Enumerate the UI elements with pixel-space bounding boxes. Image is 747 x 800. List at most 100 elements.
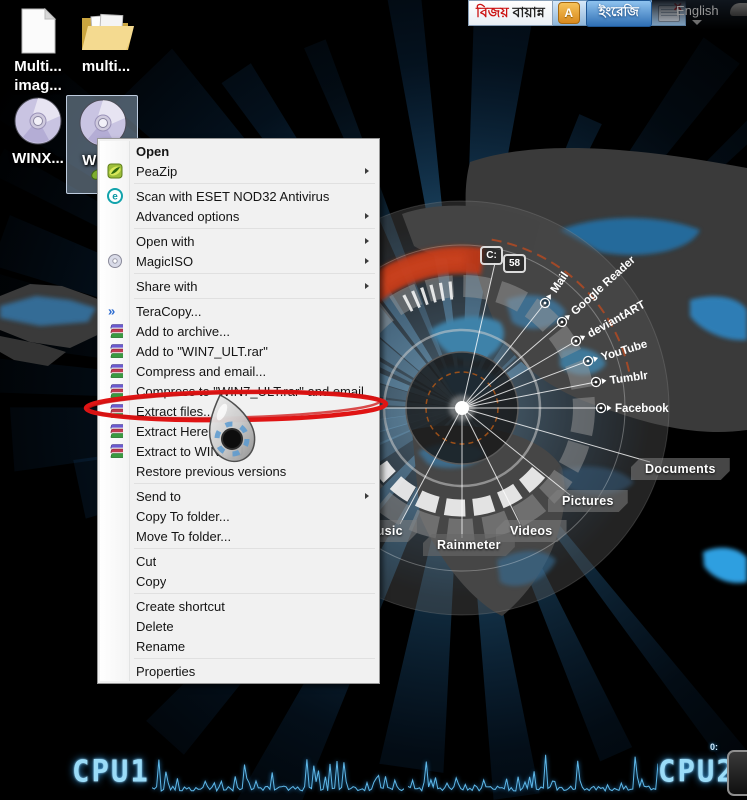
menu-item-scan-eset[interactable]: e Scan with ESET NOD32 Antivirus — [100, 186, 377, 206]
menu-icon-empty — [107, 278, 123, 294]
submenu-arrow-icon — [365, 213, 369, 219]
menu-icon-empty — [107, 573, 123, 589]
menu-item-label: Scan with ESET NOD32 Antivirus — [136, 188, 330, 204]
menu-item-label: Properties — [136, 663, 196, 679]
menu-icon-empty — [107, 463, 123, 479]
peazip-icon — [107, 163, 123, 179]
menu-separator — [134, 658, 375, 659]
menu-separator — [134, 483, 375, 484]
menu-icon-empty — [107, 638, 123, 654]
menu-item-open[interactable]: Open — [100, 141, 377, 161]
menu-item-label: PeaZip — [136, 163, 178, 179]
menu-icon-empty — [107, 508, 123, 524]
svg-text:»: » — [108, 304, 115, 319]
submenu-arrow-icon — [365, 258, 369, 264]
menu-icon-empty — [107, 618, 123, 634]
mouse-cursor — [208, 393, 256, 463]
menu-item-label: Add to "WIN7_ULT.rar" — [136, 343, 268, 359]
menu-item-label: MagicISO — [136, 253, 194, 269]
submenu-arrow-icon — [365, 168, 369, 174]
tag-documents[interactable]: Documents — [631, 458, 730, 480]
drive-usage-badge[interactable]: 58 — [503, 254, 526, 273]
cpu2-graph — [408, 754, 658, 792]
menu-item-label: Create shortcut — [136, 598, 225, 614]
submenu-arrow-icon — [365, 493, 369, 499]
teracopy-icon: » — [107, 303, 123, 319]
menu-icon-empty — [107, 598, 123, 614]
menu-item-copy-to-folder[interactable]: Copy To folder... — [100, 506, 377, 526]
menu-item-label: Copy To folder... — [136, 508, 230, 524]
menu-icon-empty — [107, 233, 123, 249]
cpu2-label: CPU2 — [658, 753, 736, 789]
menu-item-open-with[interactable]: Open with — [100, 231, 377, 251]
menu-icon-empty — [107, 143, 123, 159]
menu-item-delete[interactable]: Delete — [100, 616, 377, 636]
winrar-icon — [107, 363, 123, 379]
menu-item-label: Move To folder... — [136, 528, 232, 544]
menu-icon-empty — [107, 208, 123, 224]
menu-item-peazip[interactable]: PeaZip — [100, 161, 377, 181]
menu-item-add-to-archive[interactable]: Add to archive... — [100, 321, 377, 341]
menu-item-label: Add to archive... — [136, 323, 230, 339]
bijoy-brand: বিজয় বায়ান্ন — [468, 0, 553, 26]
gadget-counter: 0: — [710, 742, 719, 752]
menu-item-copy[interactable]: Copy — [100, 571, 377, 591]
menu-item-label: Compress and email... — [136, 363, 267, 379]
menu-item-label: Cut — [136, 553, 157, 569]
winrar-icon — [107, 323, 123, 339]
menu-item-properties[interactable]: Properties — [100, 661, 377, 681]
dock-handle[interactable] — [730, 3, 747, 16]
drive-c-badge[interactable]: C: — [480, 246, 503, 265]
avro-keyboard-icon[interactable]: A — [557, 2, 580, 24]
menu-item-cut[interactable]: Cut — [100, 551, 377, 571]
menu-item-label: Open — [136, 143, 170, 159]
cpu1-label: CPU1 — [72, 753, 150, 789]
menu-item-advanced-options[interactable]: Advanced options — [100, 206, 377, 226]
menu-item-teracopy[interactable]: » TeraCopy... — [100, 301, 377, 321]
menu-separator — [134, 183, 375, 184]
language-status-label: English — [676, 3, 719, 18]
menu-item-create-shortcut[interactable]: Create shortcut — [100, 596, 377, 616]
chevron-down-icon — [692, 20, 702, 25]
winrar-icon — [107, 443, 123, 459]
menu-item-label: Open with — [136, 233, 195, 249]
menu-item-move-to-folder[interactable]: Move To folder... — [100, 526, 377, 546]
submenu-arrow-icon — [365, 283, 369, 289]
desktop-icon-multi-images[interactable]: Multi... imag... — [0, 8, 76, 95]
folder-icon — [82, 13, 134, 50]
menu-icon-empty — [107, 488, 123, 504]
menu-item-label: Advanced options — [136, 208, 240, 224]
tag-pictures[interactable]: Pictures — [548, 490, 628, 512]
menu-separator — [134, 593, 375, 594]
gadget-shield-icon[interactable] — [727, 750, 747, 796]
desktop-icon-multi-folder[interactable]: multi... — [68, 8, 144, 76]
menu-item-label: TeraCopy... — [136, 303, 202, 319]
menu-item-compress-email[interactable]: Compress and email... — [100, 361, 377, 381]
hud-link-label: Facebook — [615, 403, 669, 415]
winrar-icon — [107, 343, 123, 359]
bijoy-brand-primary: বিজয় — [476, 4, 509, 20]
menu-item-add-to-rar[interactable]: Add to "WIN7_ULT.rar" — [100, 341, 377, 361]
menu-item-rename[interactable]: Rename — [100, 636, 377, 656]
menu-item-share-with[interactable]: Share with — [100, 276, 377, 296]
bijoy-brand-secondary: বায়ান্ন — [512, 4, 545, 20]
menu-item-magiciso[interactable]: MagicISO — [100, 251, 377, 271]
menu-item-label: Send to — [136, 488, 181, 504]
menu-icon-empty — [107, 553, 123, 569]
menu-icon-empty — [107, 663, 123, 679]
menu-item-send-to[interactable]: Send to — [100, 486, 377, 506]
cpu1-graph — [152, 759, 404, 793]
keyboard-mode-button[interactable]: ইংরেজি — [585, 0, 652, 27]
disc-icon — [14, 97, 62, 145]
menu-item-label: Delete — [136, 618, 174, 634]
menu-separator — [134, 298, 375, 299]
menu-separator — [134, 273, 375, 274]
menu-separator — [134, 548, 375, 549]
tag-rainmeter[interactable]: Rainmeter — [423, 534, 515, 556]
submenu-arrow-icon — [365, 238, 369, 244]
menu-item-label: Share with — [136, 278, 198, 294]
svg-text:e: e — [112, 192, 118, 203]
menu-icon-empty — [107, 528, 123, 544]
document-icon — [21, 8, 57, 54]
menu-item-label: Copy — [136, 573, 167, 589]
